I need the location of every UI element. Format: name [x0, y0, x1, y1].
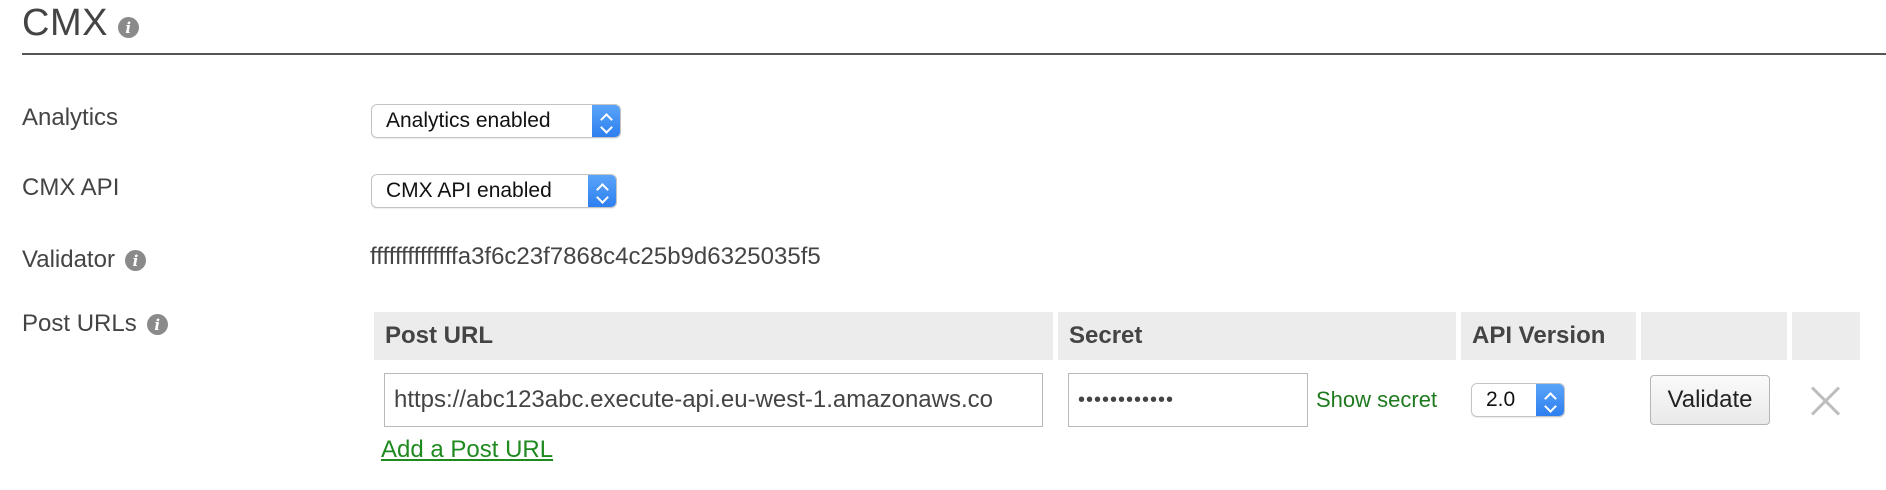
- select-stepper-icon: [592, 105, 620, 137]
- analytics-select[interactable]: Analytics enabled: [371, 104, 621, 138]
- info-icon[interactable]: i: [117, 17, 139, 38]
- add-post-url-link[interactable]: Add a Post URL: [381, 436, 553, 464]
- chevron-down-icon: [1543, 399, 1557, 413]
- secret-input[interactable]: ••••••••••••: [1068, 373, 1308, 427]
- analytics-label: Analytics: [22, 104, 118, 132]
- api-version-select-value: 2.0: [1486, 388, 1516, 411]
- post-urls-label: Post URLs i: [22, 310, 168, 338]
- info-icon[interactable]: i: [124, 249, 146, 271]
- column-header-secret: Secret: [1058, 312, 1456, 360]
- cmx-api-select-value: CMX API enabled: [386, 179, 552, 202]
- cmx-api-label-text: CMX API: [22, 174, 120, 201]
- select-stepper-icon: [588, 175, 616, 207]
- info-icon[interactable]: i: [146, 313, 168, 335]
- validate-button[interactable]: Validate: [1650, 375, 1770, 425]
- post-urls-label-text: Post URLs: [22, 310, 137, 337]
- chevron-down-icon: [599, 120, 613, 134]
- column-header-post-url: Post URL: [374, 312, 1053, 360]
- close-icon[interactable]: [1810, 385, 1840, 415]
- show-secret-link[interactable]: Show secret: [1316, 387, 1437, 413]
- cmx-api-select[interactable]: CMX API enabled: [371, 174, 617, 208]
- cmx-settings-page: CMX i Analytics Analytics enabled CMX AP…: [0, 0, 1886, 490]
- column-header-api-version: API Version: [1461, 312, 1636, 360]
- section-title: CMX i: [22, 2, 139, 45]
- column-header-actions: [1641, 312, 1787, 360]
- chevron-down-icon: [595, 190, 609, 204]
- validator-value: ffffffffffffffa3f6c23f7868c4c25b9d632503…: [370, 243, 821, 270]
- analytics-label-text: Analytics: [22, 104, 119, 131]
- api-version-select[interactable]: 2.0: [1471, 383, 1565, 417]
- validator-label-text: Validator: [22, 246, 115, 273]
- column-header-remove: [1792, 312, 1860, 360]
- section-title-text: CMX: [22, 2, 108, 44]
- analytics-select-value: Analytics enabled: [386, 109, 551, 132]
- section-divider: [22, 53, 1886, 55]
- select-stepper-icon: [1536, 384, 1564, 416]
- validator-label: Validator i: [22, 246, 146, 274]
- cmx-api-label: CMX API: [22, 174, 119, 202]
- post-url-input[interactable]: https://abc123abc.execute-api.eu-west-1.…: [384, 373, 1043, 427]
